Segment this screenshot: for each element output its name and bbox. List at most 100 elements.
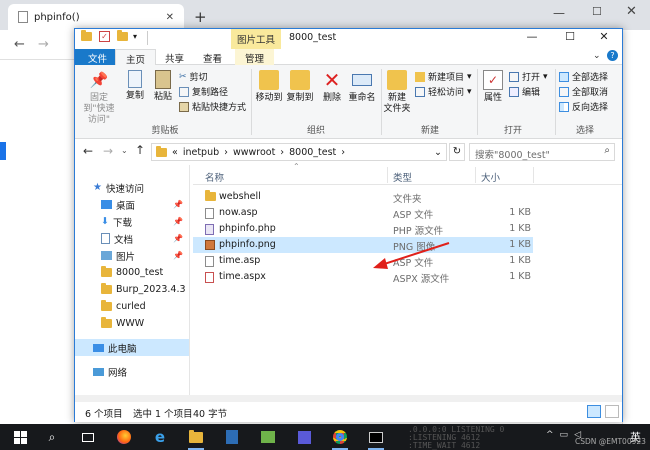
- breadcrumb-wwwroot[interactable]: wwwroot: [233, 147, 275, 158]
- new-item-button[interactable]: 新建项目 ▾: [415, 70, 472, 83]
- app-icon[interactable]: [220, 424, 244, 450]
- select-none-button[interactable]: 全部取消: [559, 85, 608, 98]
- browser-back-button[interactable]: ←: [14, 37, 25, 52]
- new-tab-button[interactable]: +: [194, 8, 207, 26]
- tab-share[interactable]: 共享: [155, 49, 194, 65]
- scissors-icon: ✂: [179, 71, 187, 82]
- selected-size: 40 字节: [193, 409, 228, 420]
- browser-tab[interactable]: phpinfo() ✕: [8, 4, 184, 30]
- column-size[interactable]: 大小: [481, 170, 500, 184]
- task-view-icon[interactable]: [76, 424, 100, 450]
- back-button[interactable]: ←: [83, 144, 93, 158]
- breadcrumb-inetpub[interactable]: inetpub: [183, 147, 219, 158]
- pin-quick-access-button[interactable]: 📌 固定到"快速访问": [79, 70, 119, 126]
- nav-item-8000-test[interactable]: 8000_test: [75, 264, 189, 281]
- refresh-button[interactable]: ↻: [449, 143, 465, 161]
- tab-manage[interactable]: 管理: [235, 49, 275, 65]
- close-tab-icon[interactable]: ✕: [166, 12, 174, 23]
- windows-start-icon[interactable]: [8, 424, 32, 450]
- search-input[interactable]: 搜索"8000_test" ⌕: [469, 143, 615, 161]
- copy-to-button[interactable]: 复制到: [285, 70, 315, 104]
- nav-network[interactable]: 网络: [75, 363, 189, 380]
- help-icon[interactable]: ?: [607, 50, 618, 61]
- tab-home[interactable]: 主页: [115, 49, 157, 66]
- nav-item-www[interactable]: WWW: [75, 315, 189, 332]
- file-row-webshell[interactable]: webshell 文件夹: [193, 189, 533, 205]
- search-icon[interactable]: ⌕: [40, 424, 64, 450]
- nav-item-burp[interactable]: Burp_2023.4.3: [75, 281, 189, 298]
- new-folder-button[interactable]: 新建 文件夹: [383, 70, 411, 115]
- new-folder-quick-icon[interactable]: [117, 30, 128, 44]
- browser-close-button[interactable]: ✕: [626, 4, 637, 19]
- recent-locations-dropdown[interactable]: ⌄: [121, 146, 128, 155]
- ie-icon[interactable]: e: [148, 424, 172, 450]
- paste-button[interactable]: 粘贴: [151, 70, 175, 103]
- rename-button[interactable]: 重命名: [347, 70, 377, 104]
- column-type[interactable]: 类型: [393, 170, 412, 184]
- breadcrumb-overflow[interactable]: «: [172, 147, 178, 158]
- up-button[interactable]: ↑: [135, 143, 145, 157]
- file-name: time.asp: [219, 255, 261, 266]
- easy-access-button[interactable]: 轻松访问 ▾: [415, 85, 472, 98]
- copy-button[interactable]: 复制: [123, 70, 147, 102]
- file-explorer-taskbar-icon[interactable]: [184, 424, 208, 450]
- burp-icon[interactable]: [292, 424, 316, 450]
- nav-item-documents[interactable]: 文档 📌: [75, 230, 189, 247]
- properties-button[interactable]: ✓ 属性: [479, 70, 507, 104]
- firefox-icon[interactable]: [112, 424, 136, 450]
- nav-item-desktop[interactable]: 桌面 📌: [75, 196, 189, 213]
- edit-button[interactable]: 编辑: [509, 85, 540, 98]
- paste-shortcut-button[interactable]: 粘贴快捷方式: [179, 100, 246, 113]
- ribbon-collapse-icon[interactable]: ⌄: [593, 51, 601, 61]
- chrome-icon[interactable]: [328, 424, 352, 450]
- column-divider[interactable]: [387, 167, 388, 183]
- file-row-time-asp[interactable]: time.asp ASP 文件 1 KB: [193, 253, 533, 269]
- file-row-phpinfo-png[interactable]: phpinfo.png PNG 图像 1 KB: [193, 237, 533, 253]
- terminal-icon[interactable]: [364, 424, 388, 450]
- address-bar[interactable]: « inetpub › wwwroot › 8000_test › ⌄: [151, 143, 447, 161]
- properties-quick-icon[interactable]: ✓: [99, 31, 110, 42]
- open-button[interactable]: 打开 ▾: [509, 70, 548, 83]
- close-button[interactable]: ✕: [587, 30, 621, 48]
- browser-maximize-button[interactable]: ☐: [592, 5, 602, 18]
- nav-quick-access-label: 快速访问: [105, 183, 144, 195]
- column-name[interactable]: 名称: [205, 170, 224, 184]
- quick-access-dropdown-icon[interactable]: ▾: [133, 32, 137, 41]
- browser-minimize-button[interactable]: —: [553, 6, 565, 20]
- minimize-button[interactable]: —: [515, 30, 549, 48]
- pin-icon: 📌: [173, 217, 183, 226]
- nav-item-label: 桌面: [116, 200, 136, 212]
- file-row-time-aspx[interactable]: time.aspx ASPX 源文件 1 KB: [193, 269, 533, 285]
- nav-quick-access[interactable]: ★ 快速访问: [75, 179, 189, 196]
- column-divider[interactable]: [533, 167, 534, 183]
- nav-item-pictures[interactable]: 图片 📌: [75, 247, 189, 264]
- navpane-divider[interactable]: [189, 165, 190, 402]
- move-to-button[interactable]: 移动到: [255, 70, 283, 104]
- cut-button[interactable]: ✂ 剪切: [179, 70, 208, 84]
- nav-this-pc[interactable]: 此电脑: [75, 339, 189, 356]
- large-icons-view-icon[interactable]: [605, 405, 619, 418]
- maximize-button[interactable]: ☐: [553, 30, 587, 48]
- details-view-icon[interactable]: [587, 405, 601, 418]
- ribbon: 📌 固定到"快速访问" 复制 粘贴 ✂ 剪切 复制路径 粘贴快捷方式 剪贴板 移动…: [75, 65, 622, 139]
- tab-file[interactable]: 文件: [75, 49, 121, 65]
- file-name: now.asp: [219, 207, 258, 218]
- tab-view[interactable]: 查看: [193, 49, 232, 65]
- nav-item-downloads[interactable]: ⬇ 下载 📌: [75, 213, 189, 230]
- select-all-button[interactable]: 全部选择: [559, 70, 608, 83]
- horizontal-scrollbar[interactable]: [75, 395, 622, 402]
- delete-button[interactable]: ✕ 删除: [321, 70, 343, 104]
- column-divider[interactable]: [475, 167, 476, 183]
- tray-overflow-icon[interactable]: ^: [546, 430, 554, 440]
- forward-button[interactable]: →: [103, 144, 113, 158]
- network-tray-icon[interactable]: ▭: [560, 430, 569, 440]
- invert-selection-button[interactable]: 反向选择: [559, 100, 608, 113]
- copy-path-button[interactable]: 复制路径: [179, 85, 228, 98]
- file-row-now-asp[interactable]: now.asp ASP 文件 1 KB: [193, 205, 533, 221]
- nav-item-curled[interactable]: curled: [75, 298, 189, 315]
- breadcrumb-8000-test[interactable]: 8000_test: [289, 147, 336, 158]
- vm-app-icon[interactable]: [256, 424, 280, 450]
- browser-forward-button[interactable]: →: [38, 37, 49, 52]
- address-dropdown-icon[interactable]: ⌄: [434, 147, 442, 158]
- file-row-phpinfo-php[interactable]: phpinfo.php PHP 源文件 1 KB: [193, 221, 533, 237]
